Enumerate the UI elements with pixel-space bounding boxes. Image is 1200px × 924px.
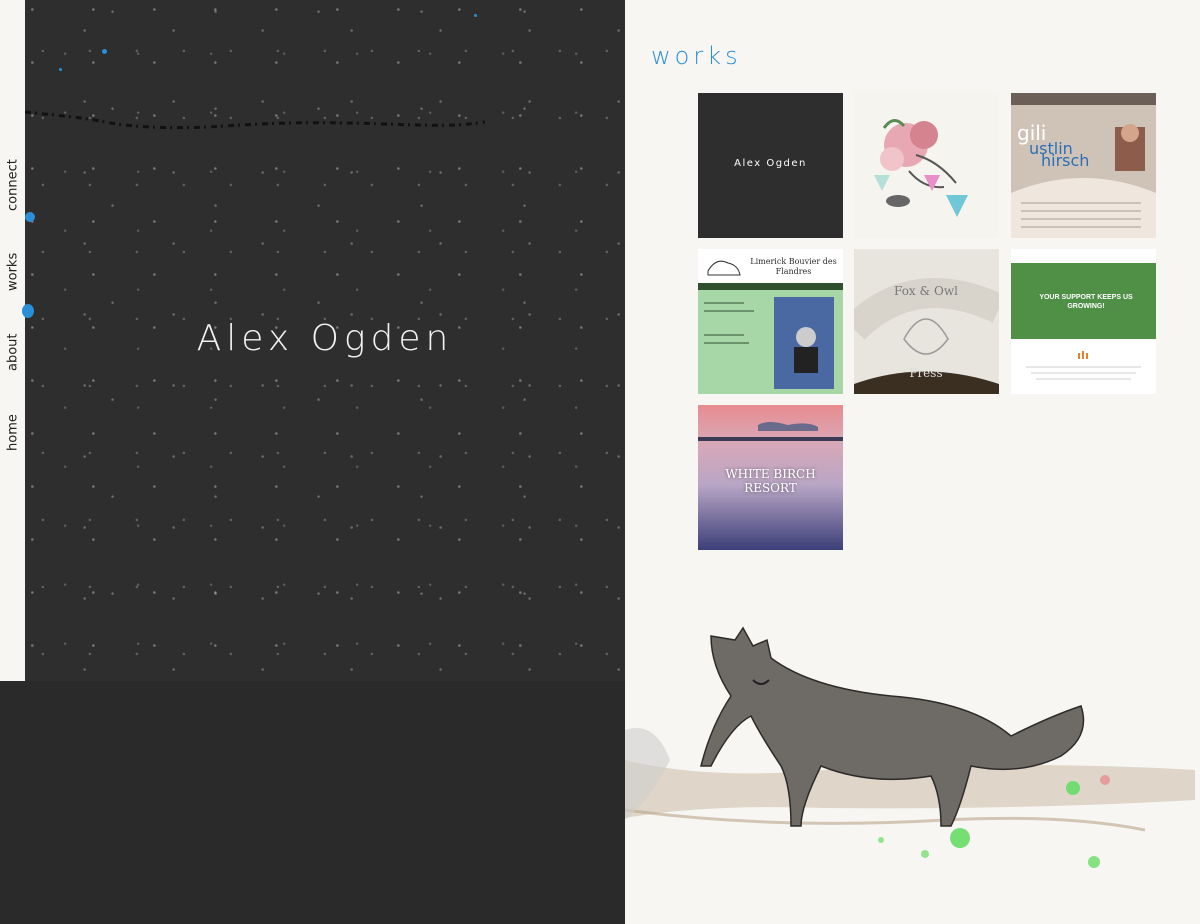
work-thumb-fox-owl-press[interactable]: Fox & Owl Press — [854, 249, 999, 394]
nav-label: works — [5, 252, 20, 291]
ink-splat-decoration — [59, 68, 62, 71]
fox-illustration — [625, 626, 1195, 868]
works-title: works — [651, 42, 742, 70]
nav-indicator-dot — [25, 212, 35, 222]
thumb-caption: WHITE BIRCH RESORT — [725, 467, 816, 495]
ink-streak-decoration — [25, 110, 485, 130]
nav-indicator-dot — [22, 304, 34, 318]
work-thumb-limerick-bouvier[interactable]: Limerick Bouvier des Flandres — [698, 249, 843, 394]
nav-label: connect — [5, 159, 20, 211]
side-navigation: connect works about home — [0, 0, 25, 681]
thumb-caption: Press — [909, 366, 942, 380]
nav-label: about — [5, 333, 20, 371]
nav-item-connect[interactable]: connect — [0, 159, 25, 226]
nav-item-about[interactable]: about — [0, 326, 25, 386]
thumb-caption: hirsch — [1041, 151, 1090, 170]
floral-illustration-image — [874, 119, 968, 217]
work-thumb-gili-hirsch[interactable]: gili ustlin hirsch — [1011, 93, 1156, 238]
nav-item-home[interactable]: home — [0, 406, 25, 466]
thumb-caption: Alex Ogden — [734, 158, 807, 169]
nav-label: home — [5, 414, 20, 451]
work-thumb-white-birch-resort[interactable]: WHITE BIRCH RESORT — [698, 405, 843, 550]
ink-splat-decoration — [102, 49, 107, 54]
ink-splat-decoration — [474, 14, 477, 17]
fox-owl-logo-image: Fox & Owl Press — [854, 249, 999, 394]
work-thumb-floral-art[interactable] — [854, 93, 999, 238]
thumb-caption: Fox & Owl — [894, 284, 958, 298]
nav-item-works[interactable]: works — [0, 246, 25, 306]
hero-name: Alex Ogden — [196, 318, 454, 359]
work-thumb-garden-support[interactable]: YOUR SUPPORT KEEPS US GROWING! — [1011, 249, 1156, 394]
site-preview-image — [704, 297, 834, 389]
site-preview-image — [1026, 351, 1141, 380]
work-thumb-alex-ogden[interactable]: Alex Ogden — [698, 93, 843, 238]
